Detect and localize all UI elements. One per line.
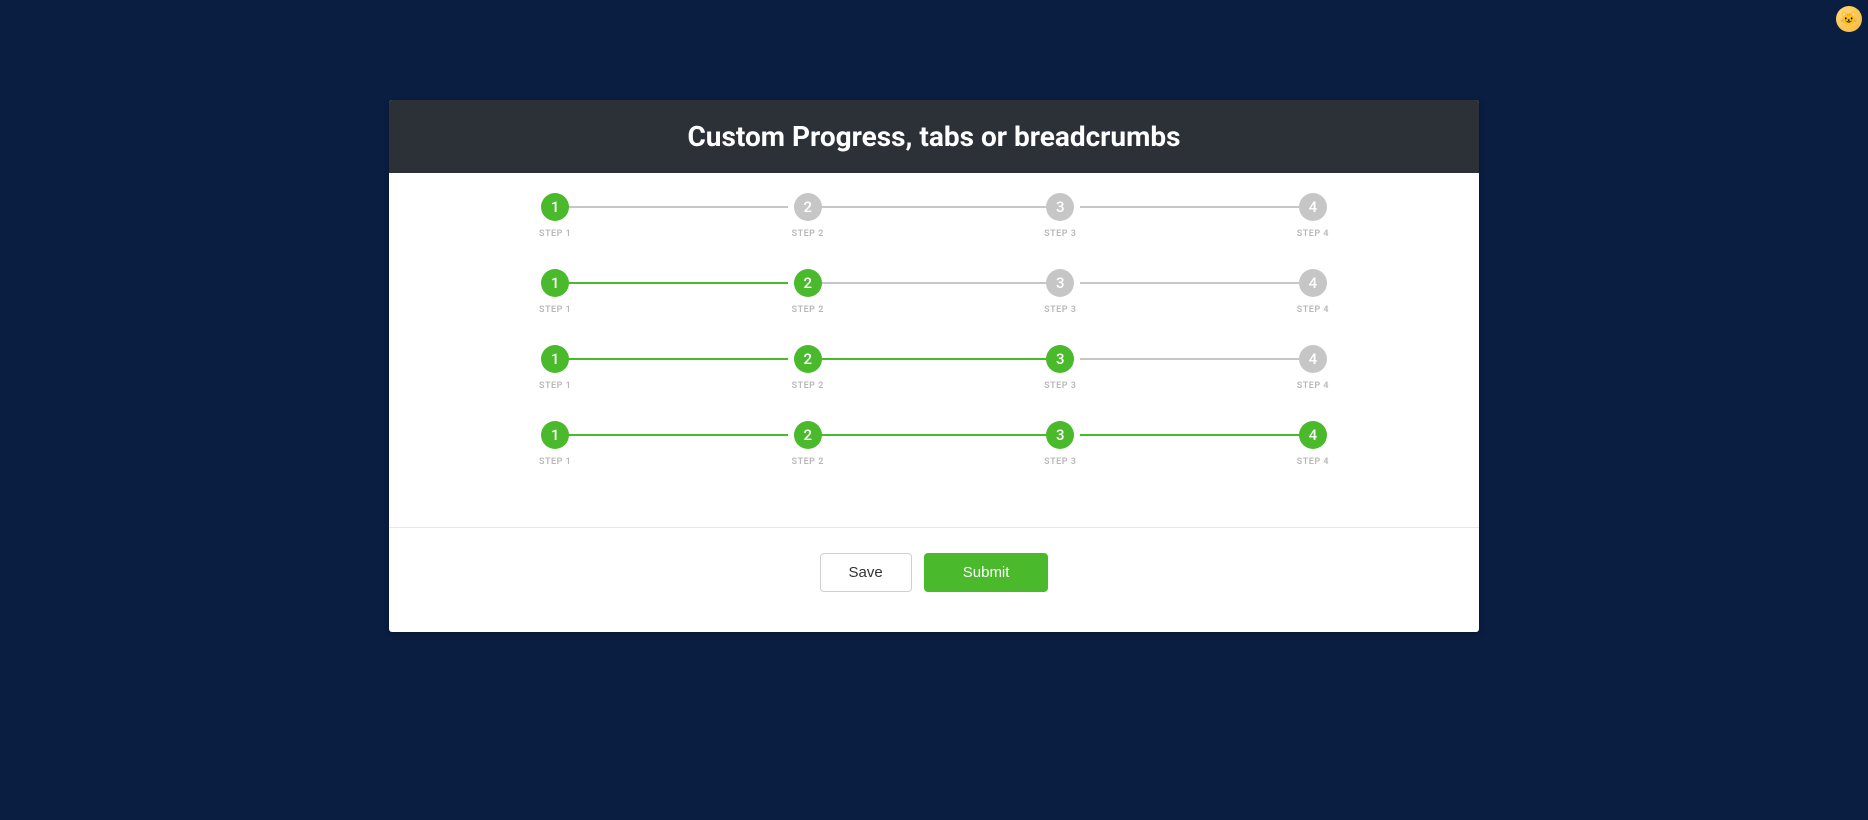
progress-row: 1 STEP 1 2 STEP 2 3 STEP 3 4 STEP 4 bbox=[539, 269, 1329, 315]
step-circle: 2 bbox=[794, 421, 822, 449]
step-circle: 1 bbox=[541, 269, 569, 297]
step-circle: 4 bbox=[1299, 421, 1327, 449]
user-avatar[interactable]: 😺 bbox=[1836, 6, 1862, 32]
step-label: STEP 3 bbox=[1044, 229, 1076, 239]
connector bbox=[1080, 434, 1315, 436]
card-body: 1 STEP 1 2 STEP 2 3 STEP 3 4 STEP 4 1 STEP 1 2 STEP… bbox=[389, 173, 1479, 527]
progress-step[interactable]: 3 STEP 3 bbox=[1044, 345, 1076, 391]
step-circle: 3 bbox=[1046, 269, 1074, 297]
progress-step[interactable]: 4 STEP 4 bbox=[1297, 193, 1329, 239]
step-label: STEP 4 bbox=[1297, 457, 1329, 467]
progress-card: Custom Progress, tabs or breadcrumbs 1 ST… bbox=[389, 100, 1479, 632]
connector bbox=[816, 434, 1051, 436]
card-title: Custom Progress, tabs or breadcrumbs bbox=[389, 120, 1479, 153]
step-circle: 3 bbox=[1046, 193, 1074, 221]
step-label: STEP 3 bbox=[1044, 457, 1076, 467]
progress-step[interactable]: 4 STEP 4 bbox=[1297, 421, 1329, 467]
step-label: STEP 2 bbox=[792, 305, 824, 315]
step-label: STEP 3 bbox=[1044, 305, 1076, 315]
save-button[interactable]: Save bbox=[820, 553, 912, 592]
progress-step[interactable]: 2 STEP 2 bbox=[792, 345, 824, 391]
connector bbox=[1080, 206, 1315, 208]
step-circle: 4 bbox=[1299, 345, 1327, 373]
connector bbox=[553, 358, 788, 360]
connector bbox=[1080, 358, 1315, 360]
step-label: STEP 2 bbox=[792, 381, 824, 391]
step-label: STEP 2 bbox=[792, 229, 824, 239]
step-circle: 1 bbox=[541, 421, 569, 449]
step-circle: 2 bbox=[794, 193, 822, 221]
step-label: STEP 1 bbox=[539, 381, 571, 391]
progress-step[interactable]: 1 STEP 1 bbox=[539, 421, 571, 467]
step-label: STEP 1 bbox=[539, 457, 571, 467]
step-circle: 4 bbox=[1299, 269, 1327, 297]
progress-step[interactable]: 2 STEP 2 bbox=[792, 421, 824, 467]
connector bbox=[816, 206, 1051, 208]
progress-row: 1 STEP 1 2 STEP 2 3 STEP 3 4 STEP 4 bbox=[539, 421, 1329, 467]
connector bbox=[816, 282, 1051, 284]
progress-step[interactable]: 1 STEP 1 bbox=[539, 269, 571, 315]
progress-step[interactable]: 4 STEP 4 bbox=[1297, 269, 1329, 315]
page-container: Custom Progress, tabs or breadcrumbs 1 ST… bbox=[0, 0, 1868, 632]
step-label: STEP 4 bbox=[1297, 381, 1329, 391]
progress-step[interactable]: 1 STEP 1 bbox=[539, 193, 571, 239]
progress-step[interactable]: 3 STEP 3 bbox=[1044, 193, 1076, 239]
step-circle: 1 bbox=[541, 345, 569, 373]
step-label: STEP 4 bbox=[1297, 229, 1329, 239]
connector bbox=[553, 206, 788, 208]
step-label: STEP 1 bbox=[539, 305, 571, 315]
progress-step[interactable]: 3 STEP 3 bbox=[1044, 269, 1076, 315]
progress-step[interactable]: 2 STEP 2 bbox=[792, 269, 824, 315]
submit-button[interactable]: Submit bbox=[924, 553, 1049, 592]
step-label: STEP 2 bbox=[792, 457, 824, 467]
step-circle: 4 bbox=[1299, 193, 1327, 221]
step-label: STEP 4 bbox=[1297, 305, 1329, 315]
progress-step[interactable]: 1 STEP 1 bbox=[539, 345, 571, 391]
connector bbox=[553, 282, 788, 284]
step-circle: 2 bbox=[794, 269, 822, 297]
progress-step[interactable]: 2 STEP 2 bbox=[792, 193, 824, 239]
step-label: STEP 1 bbox=[539, 229, 571, 239]
step-circle: 3 bbox=[1046, 421, 1074, 449]
progress-row: 1 STEP 1 2 STEP 2 3 STEP 3 4 STEP 4 bbox=[539, 345, 1329, 391]
step-circle: 1 bbox=[541, 193, 569, 221]
progress-row: 1 STEP 1 2 STEP 2 3 STEP 3 4 STEP 4 bbox=[539, 193, 1329, 239]
card-footer: Save Submit bbox=[389, 527, 1479, 632]
progress-step[interactable]: 3 STEP 3 bbox=[1044, 421, 1076, 467]
card-header: Custom Progress, tabs or breadcrumbs bbox=[389, 100, 1479, 173]
step-label: STEP 3 bbox=[1044, 381, 1076, 391]
connector bbox=[553, 434, 788, 436]
connector bbox=[1080, 282, 1315, 284]
step-circle: 2 bbox=[794, 345, 822, 373]
step-circle: 3 bbox=[1046, 345, 1074, 373]
progress-step[interactable]: 4 STEP 4 bbox=[1297, 345, 1329, 391]
connector bbox=[816, 358, 1051, 360]
